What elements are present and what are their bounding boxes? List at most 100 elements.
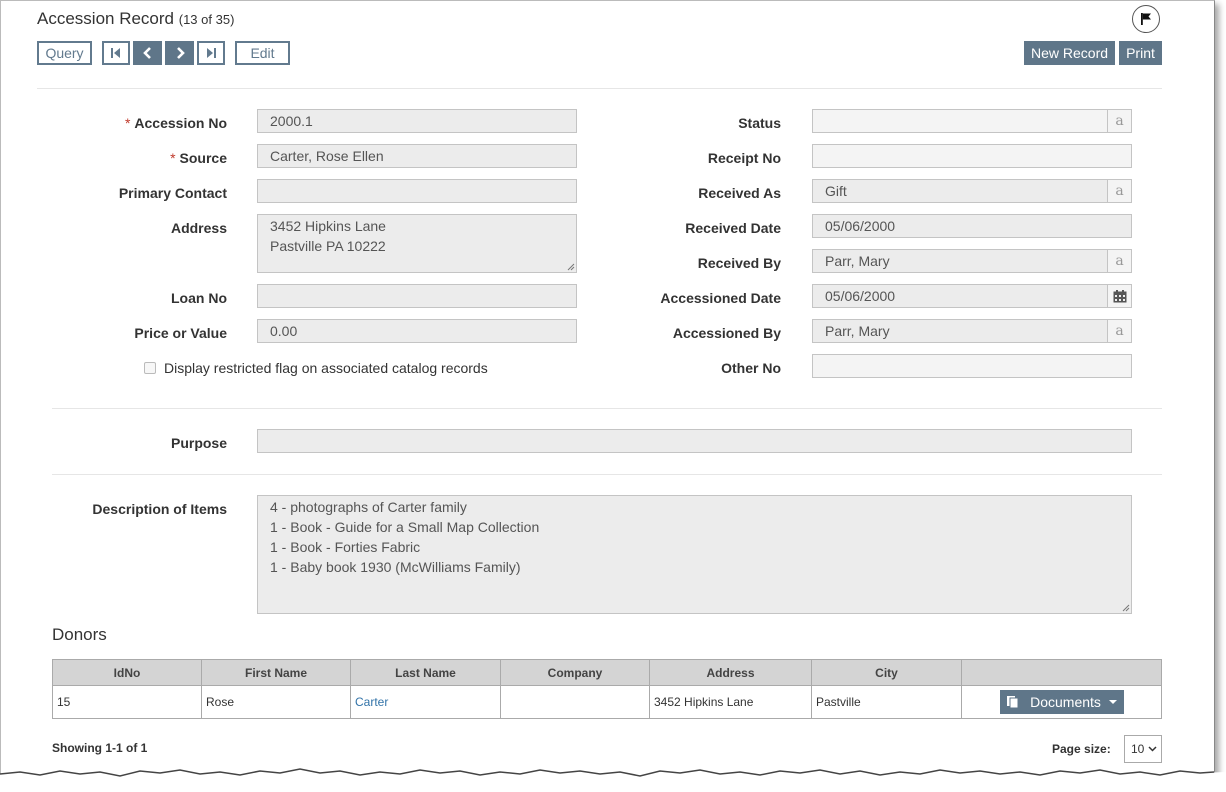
column-header-idno[interactable]: IdNo — [52, 659, 202, 686]
receipt-no-label: Receipt No — [707, 150, 781, 166]
resize-grip-icon[interactable] — [567, 263, 575, 271]
column-header-address[interactable]: Address — [649, 659, 812, 686]
restricted-flag-checkbox[interactable] — [144, 362, 156, 374]
lookup-icon[interactable]: a — [1107, 109, 1132, 133]
accession-no-label: * Accession No — [41, 115, 227, 131]
received-date-label: Received Date — [685, 220, 781, 236]
status-label: Status — [738, 115, 781, 131]
lookup-icon[interactable]: a — [1107, 319, 1132, 343]
received-date-field[interactable]: 05/06/2000 — [812, 214, 1132, 238]
receipt-no-field[interactable] — [812, 144, 1132, 168]
torn-edge — [0, 768, 1226, 792]
cell-company — [500, 685, 650, 719]
loan-no-label: Loan No — [171, 290, 227, 306]
received-by-label: Received By — [697, 255, 781, 271]
received-as-label: Received As — [698, 185, 781, 201]
column-header-actions — [961, 659, 1162, 686]
column-header-last-name[interactable]: Last Name — [350, 659, 501, 686]
accessioned-by-label: Accessioned By — [672, 325, 781, 341]
column-header-city[interactable]: City — [811, 659, 962, 686]
last-record-icon — [207, 48, 216, 58]
documents-icon — [1007, 696, 1019, 709]
next-record-button[interactable] — [165, 41, 194, 65]
accession-no-label-text: Accession No — [134, 115, 227, 131]
lookup-icon[interactable]: a — [1107, 179, 1132, 203]
cell-last-name: Carter — [350, 685, 501, 719]
previous-record-button[interactable] — [133, 41, 162, 65]
table-row: 15 Rose Carter 3452 Hipkins Lane Pastvil… — [52, 685, 1162, 719]
restricted-flag-label: Display restricted flag on associated ca… — [164, 360, 488, 376]
description-line: 1 - Book - Forties Fabric — [270, 539, 421, 555]
previous-record-icon — [142, 47, 151, 59]
description-label: Description of Items — [92, 501, 227, 517]
status-field[interactable]: a — [812, 109, 1132, 133]
divider — [52, 408, 1162, 409]
loan-no-field[interactable] — [257, 284, 577, 308]
cell-idno: 15 — [52, 685, 202, 719]
price-or-value-label: Price or Value — [134, 325, 227, 341]
donors-table: IdNo First Name Last Name Company Addres… — [52, 659, 1162, 719]
purpose-label: Purpose — [170, 435, 227, 451]
page-size-value: 10 — [1131, 742, 1145, 756]
description-line: 1 - Book - Guide for a Small Map Collect… — [270, 519, 540, 535]
accession-no-field[interactable]: 2000.1 — [257, 109, 577, 133]
page-size-label: Page size: — [1052, 742, 1111, 756]
source-label: * Source — [41, 150, 227, 166]
new-record-button[interactable]: New Record — [1024, 41, 1115, 65]
required-marker: * — [170, 150, 176, 166]
first-record-button[interactable] — [102, 41, 130, 65]
pagination-summary: Showing 1-1 of 1 — [52, 741, 148, 755]
flag-icon — [1141, 13, 1151, 25]
purpose-field[interactable] — [257, 429, 1132, 453]
price-or-value-field[interactable]: 0.00 — [257, 319, 577, 343]
other-no-field[interactable] — [812, 354, 1132, 378]
lookup-icon[interactable]: a — [1107, 249, 1132, 273]
accessioned-date-label: Accessioned Date — [660, 290, 781, 306]
page-size-select[interactable]: 10 — [1124, 735, 1162, 763]
accessioned-by-value: Parr, Mary — [825, 323, 890, 339]
cell-address: 3452 Hipkins Lane — [649, 685, 812, 719]
received-as-value: Gift — [825, 183, 847, 199]
cell-first-name: Rose — [201, 685, 351, 719]
chevron-down-icon — [1148, 746, 1157, 752]
divider — [52, 474, 1162, 475]
column-header-company[interactable]: Company — [500, 659, 650, 686]
resize-grip-icon[interactable] — [1122, 604, 1130, 612]
other-no-label: Other No — [721, 360, 781, 376]
description-field[interactable]: 4 - photographs of Carter family 1 - Boo… — [257, 495, 1132, 614]
accessioned-by-field[interactable]: Parr, Mary a — [812, 319, 1132, 343]
description-line: 4 - photographs of Carter family — [270, 499, 467, 515]
address-line-2: Pastville PA 10222 — [270, 238, 386, 254]
last-record-button[interactable] — [197, 41, 225, 65]
flag-button[interactable] — [1132, 5, 1160, 33]
divider — [37, 88, 1162, 89]
received-as-field[interactable]: Gift a — [812, 179, 1132, 203]
column-header-first-name[interactable]: First Name — [201, 659, 351, 686]
source-label-text: Source — [179, 150, 227, 166]
accessioned-date-field[interactable]: 05/06/2000 — [812, 284, 1132, 308]
cell-city: Pastville — [811, 685, 962, 719]
table-header-row: IdNo First Name Last Name Company Addres… — [52, 659, 1162, 686]
last-name-link[interactable]: Carter — [355, 695, 388, 709]
documents-label: Documents — [1030, 694, 1101, 710]
address-field[interactable]: 3452 Hipkins Lane Pastville PA 10222 — [257, 214, 577, 273]
record-count: (13 of 35) — [178, 12, 235, 27]
documents-button[interactable]: Documents — [999, 690, 1124, 714]
primary-contact-field[interactable] — [257, 179, 577, 203]
calendar-icon[interactable] — [1107, 284, 1132, 308]
query-button[interactable]: Query — [37, 41, 92, 65]
record-title: Accession Record — [37, 9, 175, 28]
address-line-1: 3452 Hipkins Lane — [270, 218, 386, 234]
page-title: Accession Record (13 of 35) — [37, 9, 234, 29]
first-record-icon — [111, 48, 120, 58]
required-marker: * — [124, 115, 131, 131]
received-by-field[interactable]: Parr, Mary a — [812, 249, 1132, 273]
cell-actions: Documents — [961, 685, 1162, 719]
print-button[interactable]: Print — [1119, 41, 1162, 65]
caret-down-icon — [1108, 700, 1117, 704]
edit-button[interactable]: Edit — [235, 41, 290, 65]
source-field[interactable]: Carter, Rose Ellen — [257, 144, 577, 168]
received-by-value: Parr, Mary — [825, 253, 890, 269]
description-line: 1 - Baby book 1930 (McWilliams Family) — [270, 559, 521, 575]
accessioned-date-value: 05/06/2000 — [825, 288, 896, 304]
